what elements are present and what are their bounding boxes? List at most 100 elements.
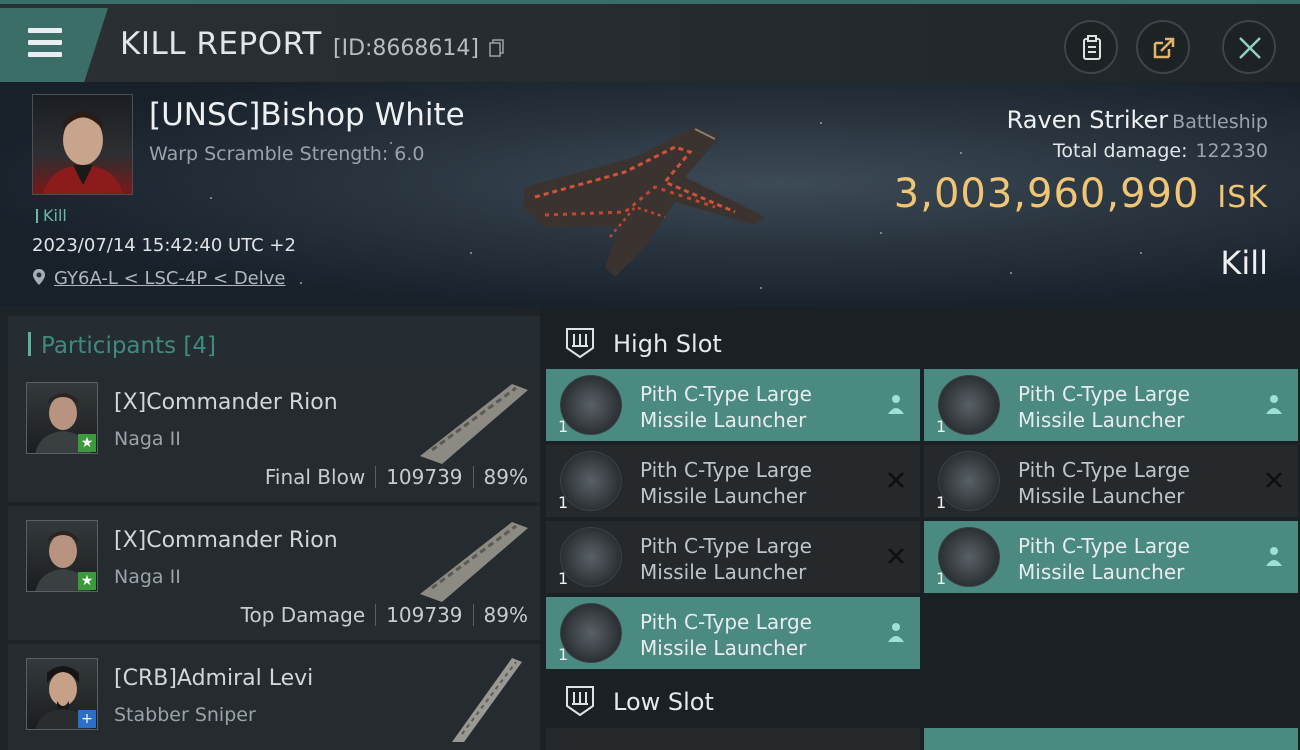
low-slot-header: Low Slot — [546, 668, 1300, 728]
pilot-icon — [1266, 395, 1282, 414]
participants-header: Participants [4] — [8, 316, 540, 372]
high-slot-header: High Slot — [546, 310, 1300, 370]
missile-launcher-icon — [938, 451, 1000, 511]
participant-name[interactable]: [X]Commander Rion — [114, 528, 338, 553]
ship-class: Battleship — [1172, 111, 1268, 133]
participant-stats: Final Blow 109739 89% — [265, 465, 528, 489]
module-slot[interactable]: 1 Pith C-Type Large Missile Launcher — [924, 369, 1298, 441]
ship-type: Raven Striker — [1006, 106, 1169, 134]
isk-label: ISK — [1217, 180, 1268, 215]
module-slot[interactable]: 1 Pith C-Type Large Missile Launcher — [924, 445, 1298, 517]
high-slot-icon — [566, 328, 594, 359]
module-quantity: 1 — [936, 493, 947, 512]
participant-role: Final Blow — [264, 465, 366, 489]
module-slot[interactable]: 1 Pith C-Type Large Missile Launcher — [546, 597, 920, 669]
participant-row[interactable]: + [CRB]Admiral Levi Stabber Sniper — [8, 644, 540, 750]
module-quantity: 1 — [936, 417, 947, 436]
missile-launcher-icon — [938, 375, 1000, 435]
star-badge-icon: ★ — [78, 434, 96, 452]
location-link[interactable]: GY6A-L < LSC-4P < Delve — [54, 268, 285, 289]
divider — [375, 604, 377, 626]
module-name: Pith C-Type Large Missile Launcher — [640, 382, 812, 432]
participant-name[interactable]: [X]Commander Rion — [114, 390, 338, 415]
clipboard-button[interactable] — [1064, 20, 1118, 74]
participant-ship: Naga II — [114, 566, 181, 588]
destroyed-icon — [1266, 472, 1282, 488]
victim-name[interactable]: [UNSC]Bishop White — [149, 97, 465, 133]
divider — [472, 466, 474, 488]
weapon-icon — [420, 384, 528, 464]
participant-role: Top Damage — [240, 603, 366, 627]
close-button[interactable] — [1222, 20, 1276, 74]
participant-row[interactable]: ★ [X]Commander Rion Naga II Top Damage 10… — [8, 506, 540, 640]
participant-percent: 89% — [483, 603, 528, 627]
missile-launcher-icon — [560, 451, 622, 511]
missile-launcher-icon — [938, 527, 1000, 587]
total-damage-label: Total damage: — [1053, 140, 1188, 162]
isk-amount: 3,003,960,990 — [893, 171, 1200, 217]
participants-panel: Participants [4] ★ [X]Commander Rion Nag… — [0, 306, 540, 750]
participant-row[interactable]: ★ [X]Commander Rion Naga II Final Blow 10… — [8, 368, 540, 502]
destroyed-icon — [888, 472, 904, 488]
share-button[interactable] — [1136, 20, 1190, 74]
plus-badge-icon: + — [78, 710, 96, 728]
participants-title: Participants [4] — [41, 333, 216, 359]
divider — [375, 466, 377, 488]
top-bar: KILL REPORT [ID:8668614] — [0, 0, 1300, 82]
pilot-icon — [888, 395, 904, 414]
participants-label: Participants — [41, 333, 177, 359]
total-damage: Total damage: 122330 — [1053, 140, 1268, 162]
module-quantity: 1 — [558, 569, 569, 588]
module-name: Pith C-Type Large Missile Launcher — [1018, 458, 1190, 508]
participant-damage: 109739 — [386, 465, 463, 489]
header-accent-bar — [28, 332, 31, 356]
location-pin-icon — [33, 269, 45, 285]
participant-avatar[interactable]: + — [26, 658, 98, 730]
page-title: KILL REPORT — [120, 26, 322, 62]
kill-tag: Kill — [36, 206, 67, 225]
copy-icon[interactable] — [489, 39, 505, 58]
module-slot-partial[interactable] — [924, 728, 1298, 750]
hamburger-icon — [28, 28, 62, 58]
divider — [472, 604, 474, 626]
module-quantity: 1 — [558, 645, 569, 664]
module-slot-partial[interactable] — [546, 728, 920, 750]
star-badge-icon: ★ — [78, 572, 96, 590]
total-damage-value: 122330 — [1195, 140, 1268, 162]
missile-launcher-icon — [560, 527, 622, 587]
weapon-icon — [452, 658, 522, 742]
missile-launcher-icon — [560, 603, 622, 663]
result-label: Kill — [1220, 244, 1268, 282]
kill-summary: [UNSC]Bishop White Warp Scramble Strengt… — [0, 82, 1300, 306]
close-icon — [1239, 37, 1261, 59]
module-slot[interactable]: 1 Pith C-Type Large Missile Launcher — [546, 445, 920, 517]
module-slot[interactable]: 1 Pith C-Type Large Missile Launcher — [546, 521, 920, 593]
high-slot-label: High Slot — [613, 330, 722, 358]
participant-avatar[interactable]: ★ — [26, 382, 98, 454]
fitting-panel: High Slot 1 Pith C-Type Large Missile Lau… — [540, 306, 1300, 750]
pilot-icon — [888, 623, 904, 642]
module-name: Pith C-Type Large Missile Launcher — [1018, 534, 1190, 584]
module-name: Pith C-Type Large Missile Launcher — [640, 610, 812, 660]
participant-avatar[interactable]: ★ — [26, 520, 98, 592]
module-name: Pith C-Type Large Missile Launcher — [640, 458, 812, 508]
participants-count: [4] — [183, 333, 217, 359]
destroyed-icon — [888, 548, 904, 564]
module-quantity: 1 — [936, 569, 947, 588]
missile-launcher-icon — [560, 375, 622, 435]
low-slot-label: Low Slot — [613, 688, 714, 716]
module-slot[interactable]: 1 Pith C-Type Large Missile Launcher — [924, 521, 1298, 593]
participant-name[interactable]: [CRB]Admiral Levi — [114, 666, 313, 691]
clipboard-icon — [1083, 35, 1101, 60]
share-icon — [1153, 37, 1175, 59]
menu-button[interactable] — [0, 8, 108, 82]
ship-image — [523, 127, 765, 277]
participant-damage: 109739 — [386, 603, 463, 627]
module-quantity: 1 — [558, 493, 569, 512]
victim-avatar[interactable] — [32, 94, 133, 195]
module-slot[interactable]: 1 Pith C-Type Large Missile Launcher — [546, 369, 920, 441]
isk-value: 3,003,960,990 ISK — [894, 171, 1268, 217]
report-id: [ID:8668614] — [333, 36, 479, 61]
warp-scramble-strength: Warp Scramble Strength: 6.0 — [149, 143, 425, 165]
module-name: Pith C-Type Large Missile Launcher — [1018, 382, 1190, 432]
